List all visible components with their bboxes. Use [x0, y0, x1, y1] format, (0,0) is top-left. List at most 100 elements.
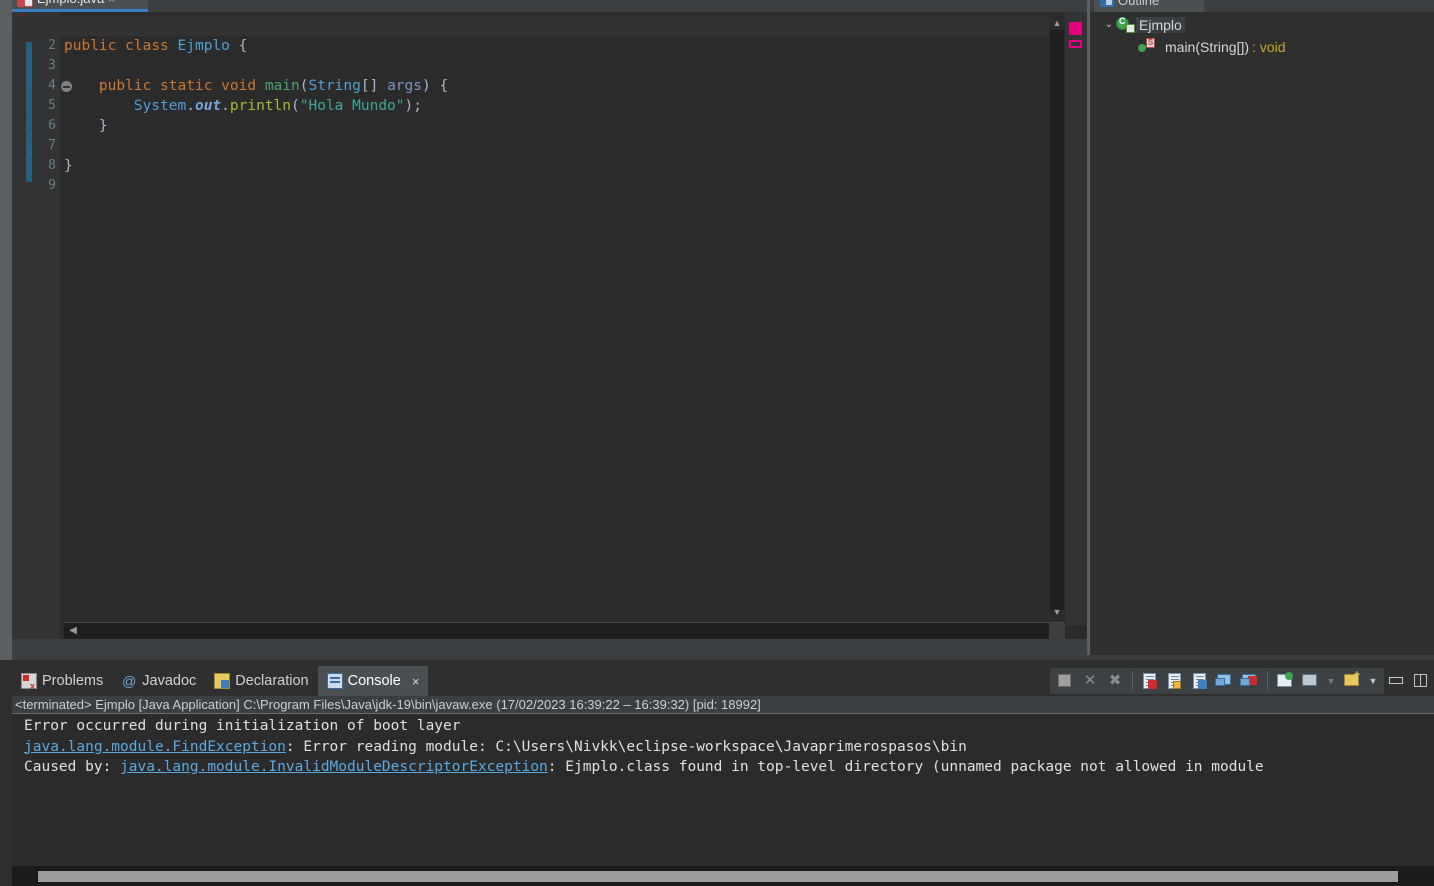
editor-horizontal-scrollbar[interactable]: ◀ ▶ [64, 622, 1064, 639]
class-icon-decorator [1126, 24, 1135, 33]
tab-console-label: Console [347, 673, 401, 689]
scroll-up-arrow-icon[interactable]: ▲ [1049, 16, 1065, 30]
scroll-down-arrow-icon[interactable]: ▼ [1049, 605, 1065, 619]
word-wrap-button[interactable] [1189, 670, 1211, 692]
display-selected-console-button[interactable] [1299, 670, 1321, 692]
remove-x-icon: ✕ [1083, 672, 1097, 689]
code-token: . [221, 98, 230, 114]
editor-overview-ruler[interactable] [1065, 12, 1087, 625]
code-token: } [64, 158, 73, 174]
console-line: java.lang.module.FindException: Error re… [24, 737, 1434, 758]
method-visibility-dot [1138, 44, 1146, 52]
editor-code-text[interactable]: public class Ejmplo { public static void… [12, 16, 1049, 196]
maximize-view-button[interactable] [1410, 670, 1432, 692]
code-token: { [229, 38, 248, 54]
console-scroll-thumb[interactable] [38, 871, 1398, 882]
line-number: 7 [48, 138, 56, 153]
vertical-scroll-thumb[interactable] [1050, 30, 1064, 610]
outline-tab-label: Outline [1118, 0, 1160, 8]
console-line: Caused by: java.lang.module.InvalidModul… [24, 757, 1434, 778]
open-console-button[interactable] [1341, 669, 1363, 692]
line-number: 6 [48, 118, 56, 133]
maximize-icon [1414, 674, 1427, 687]
code-token: String [308, 78, 361, 94]
outline-item-label: Ejmplo [1136, 17, 1185, 33]
java-editor[interactable]: ✕ 1 2 3 4 5 6 7 8 9 public class Ejmplo … [12, 12, 1087, 639]
console-text: Caused by: [24, 759, 121, 775]
code-line: public static void main(String[] args) { [64, 76, 1049, 96]
java-file-error-icon [17, 0, 33, 7]
tab-declaration[interactable]: Declaration [205, 666, 317, 696]
editor-tab-ejmplo-java[interactable]: Ejmplo.java × [12, 0, 148, 12]
editor-tab-close-icon[interactable]: × [108, 0, 115, 6]
tab-outline[interactable]: Outline [1094, 0, 1204, 12]
code-line: System.out.println("Hola Mundo"); [64, 96, 1049, 116]
console-toolbar-group-terminate: ✕ ✖ ▼ ▼ [1050, 668, 1384, 694]
console-text: Error occurred during initialization of … [24, 718, 461, 734]
minimize-view-button[interactable] [1386, 670, 1408, 692]
outline-view-icon [1100, 0, 1114, 7]
console-toolbar: ✕ ✖ ▼ ▼ [1050, 666, 1432, 696]
line-number: 8 [48, 158, 56, 173]
line-number: 3 [48, 58, 56, 73]
editor-scroll-corner [1049, 623, 1065, 639]
code-token: static [160, 78, 213, 94]
remove-launch-button[interactable]: ✕ [1079, 670, 1101, 692]
outline-item-label: main(String[]) [1165, 39, 1250, 55]
java-method-static-icon: S [1138, 38, 1158, 55]
static-badge: S [1146, 38, 1155, 48]
display-selected-console-dropdown[interactable]: ▼ [1324, 670, 1338, 692]
scroll-left-arrow-icon[interactable]: ◀ [66, 623, 80, 639]
tab-javadoc-label: Javadoc [142, 673, 197, 689]
show-console-on-output-button[interactable] [1214, 670, 1236, 692]
editor-tab-label: Ejmplo.java [37, 0, 104, 6]
scroll-lock-button[interactable] [1164, 670, 1186, 692]
editor-tab-strip: Ejmplo.java × [12, 0, 1087, 12]
clear-console-icon [1143, 673, 1157, 689]
pin-console-button[interactable] [1274, 670, 1296, 692]
warning-overview-marker[interactable] [1069, 40, 1082, 48]
console-text: : Ejmplo.class found in top-level direct… [547, 759, 1264, 775]
code-token: println [229, 98, 292, 114]
terminate-button[interactable] [1054, 670, 1076, 692]
tab-problems[interactable]: Problems [12, 666, 112, 696]
outline-item-method-main[interactable]: S main(String[]) : void [1090, 36, 1434, 58]
chevron-down-icon[interactable]: ⌄ [1102, 18, 1116, 32]
console-stacktrace-link[interactable]: java.lang.module.InvalidModuleDescriptor… [120, 759, 548, 775]
tab-javadoc[interactable]: @ Javadoc [112, 666, 205, 696]
outline-view[interactable]: ⌄ Ejmplo S main(String[]) : void [1090, 12, 1434, 655]
tab-declaration-label: Declaration [235, 673, 309, 689]
code-token: ( [291, 98, 300, 114]
code-token: main [264, 78, 300, 94]
remove-all-launches-button[interactable]: ✖ [1104, 670, 1126, 692]
editor-vertical-scrollbar[interactable]: ▲ ▼ [1049, 12, 1065, 625]
open-console-dropdown[interactable]: ▼ [1366, 670, 1380, 692]
console-output-text[interactable]: Error occurred during initialization of … [12, 713, 1434, 865]
chevron-down-icon: ▼ [1368, 676, 1378, 686]
outline-item-class-ejmplo[interactable]: ⌄ Ejmplo [1090, 14, 1434, 36]
error-overview-marker[interactable] [1069, 22, 1082, 35]
tab-problems-label: Problems [42, 673, 104, 689]
console-stacktrace-link[interactable]: java.lang.module.FindException [24, 739, 286, 755]
toolbar-separator [1132, 671, 1133, 691]
show-console-on-error-button[interactable] [1239, 670, 1261, 692]
code-token: public [64, 38, 117, 54]
clear-console-button[interactable] [1139, 670, 1161, 692]
line-number: 9 [48, 178, 56, 193]
tab-console[interactable]: Console × [317, 666, 429, 696]
console-horizontal-scrollbar[interactable] [12, 866, 1434, 886]
tab-console-close-icon[interactable]: × [412, 674, 420, 689]
minimize-icon [1389, 677, 1403, 684]
line-number-text: 4 [48, 78, 56, 93]
code-token: ) { [422, 78, 449, 94]
code-token: public [98, 78, 152, 94]
line-number: 2 [48, 38, 56, 53]
code-line: } [64, 116, 1049, 136]
code-token: . [186, 98, 195, 114]
